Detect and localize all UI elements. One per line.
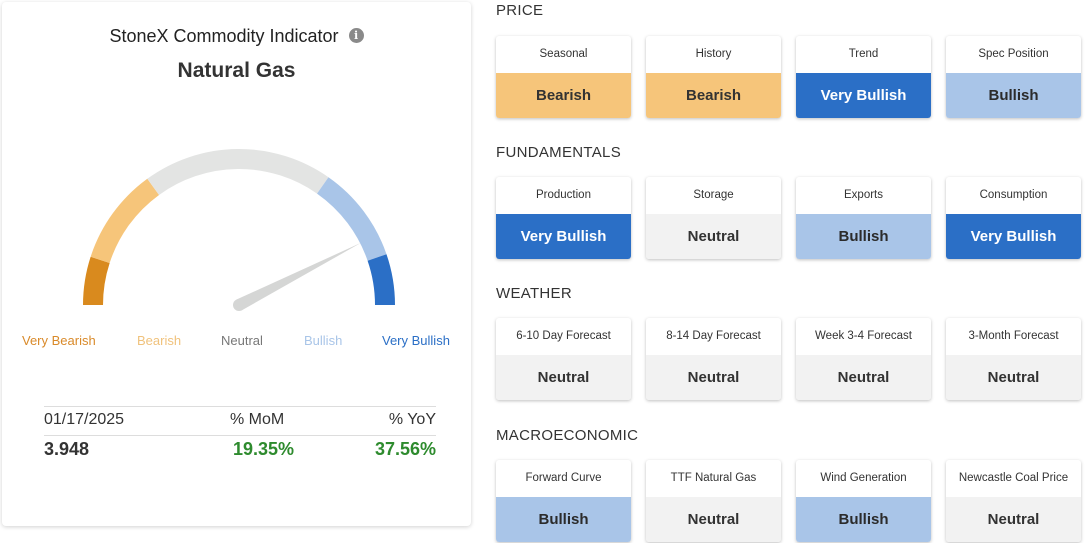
tile-week-3-4-forecast[interactable]: Week 3-4 Forecast Neutral [796,318,931,400]
section-title-weather: WEATHER [496,285,572,302]
stats-yoy-value: 37.56% [374,439,436,459]
tile-history[interactable]: History Bearish [646,36,781,118]
indicator-title: StoneX Commodity Indicator [109,26,339,46]
tile-trend[interactable]: Trend Very Bullish [796,36,931,118]
tile-production[interactable]: Production Very Bullish [496,177,631,259]
tile-label: Week 3-4 Forecast [815,330,912,342]
stats-yoy-label: % YoY [388,411,436,428]
tile-seasonal[interactable]: Seasonal Bearish [496,36,631,118]
tile-8-14-day-forecast[interactable]: 8-14 Day Forecast Neutral [646,318,781,400]
gauge-label-neutral: Neutral [221,333,263,348]
tile-value: Very Bullish [946,214,1081,259]
tile-label: Consumption [979,189,1048,201]
tile-3-month-forecast[interactable]: 3-Month Forecast Neutral [946,318,1081,400]
tile-value: Neutral [496,355,631,400]
stats-mom-label: % MoM [230,411,285,428]
tile-value: Very Bullish [796,73,931,118]
tile-value: Bullish [796,214,931,259]
sentiment-gauge [83,149,395,311]
gauge-needle-hub [233,299,245,311]
gauge-segment-bullish [316,177,387,261]
commodity-name: Natural Gas [177,59,296,82]
gauge-segment-very-bearish [83,256,110,306]
tile-label: 8-14 Day Forecast [666,330,761,342]
gauge-label-bullish: Bullish [304,333,343,348]
tile-value: Neutral [646,214,781,259]
tile-value: Bullish [496,497,631,542]
tile-label: 6-10 Day Forecast [516,330,611,342]
tile-value: Very Bullish [496,214,631,259]
gauge-label-bearish: Bearish [137,333,182,348]
tile-value: Neutral [946,497,1081,542]
section-title-macroeconomic: MACROECONOMIC [496,427,639,444]
stats-value-row: 3.948 19.35% 37.56% [44,435,436,463]
tile-label: History [695,48,732,60]
gauge-label-very-bullish: Very Bullish [382,333,450,348]
tile-value: Bearish [646,73,781,118]
tile-storage[interactable]: Storage Neutral [646,177,781,259]
tile-6-10-day-forecast[interactable]: 6-10 Day Forecast Neutral [496,318,631,400]
tile-value: Bullish [946,73,1081,118]
tile-exports[interactable]: Exports Bullish [796,177,931,259]
section-title-fundamentals: FUNDAMENTALS [496,144,621,161]
tile-consumption[interactable]: Consumption Very Bullish [946,177,1081,259]
tile-label: Seasonal [539,48,588,60]
tile-ttf-natural-gas[interactable]: TTF Natural Gas Neutral [646,460,781,542]
tile-value: Neutral [796,355,931,400]
gauge-label-very-bearish: Very Bearish [22,333,96,348]
tile-spec-position[interactable]: Spec Position Bullish [946,36,1081,118]
tile-label: Production [536,189,591,201]
tile-value: Neutral [946,355,1081,400]
tile-label: Spec Position [978,48,1049,60]
indicator-card: StoneX Commodity Indicator i Natural Gas … [2,2,471,526]
tile-label: Trend [848,48,879,60]
tile-wind-generation[interactable]: Wind Generation Bullish [796,460,931,542]
tile-forward-curve[interactable]: Forward Curve Bullish [496,460,631,542]
tile-value: Bearish [496,73,631,118]
tile-label: Forward Curve [525,472,602,484]
gauge-segment-bearish [90,178,160,264]
tile-label: Storage [693,189,734,201]
section-title-price: PRICE [496,2,544,19]
tile-value: Neutral [646,355,781,400]
tile-value: Neutral [646,497,781,542]
tile-label: Wind Generation [820,472,907,484]
stats-date: 01/17/2025 [44,411,125,428]
indicator-title-row: StoneX Commodity Indicator i [2,26,471,47]
stats-mom-value: 19.35% [233,439,295,459]
stats-price: 3.948 [44,439,90,459]
gauge-segment-neutral [147,149,329,196]
stats-header-row: 01/17/2025 % MoM % YoY [44,406,436,436]
tile-value: Bullish [796,497,931,542]
gauge-needle [236,242,362,311]
tile-label: Newcastle Coal Price [958,472,1069,484]
gauge-segment-very-bullish [367,254,395,306]
tile-newcastle-coal-price[interactable]: Newcastle Coal Price Neutral [946,460,1081,542]
tile-label: Exports [844,189,883,201]
tile-label: 3-Month Forecast [968,330,1059,342]
tile-label: TTF Natural Gas [670,472,757,484]
info-icon[interactable]: i [348,28,364,43]
